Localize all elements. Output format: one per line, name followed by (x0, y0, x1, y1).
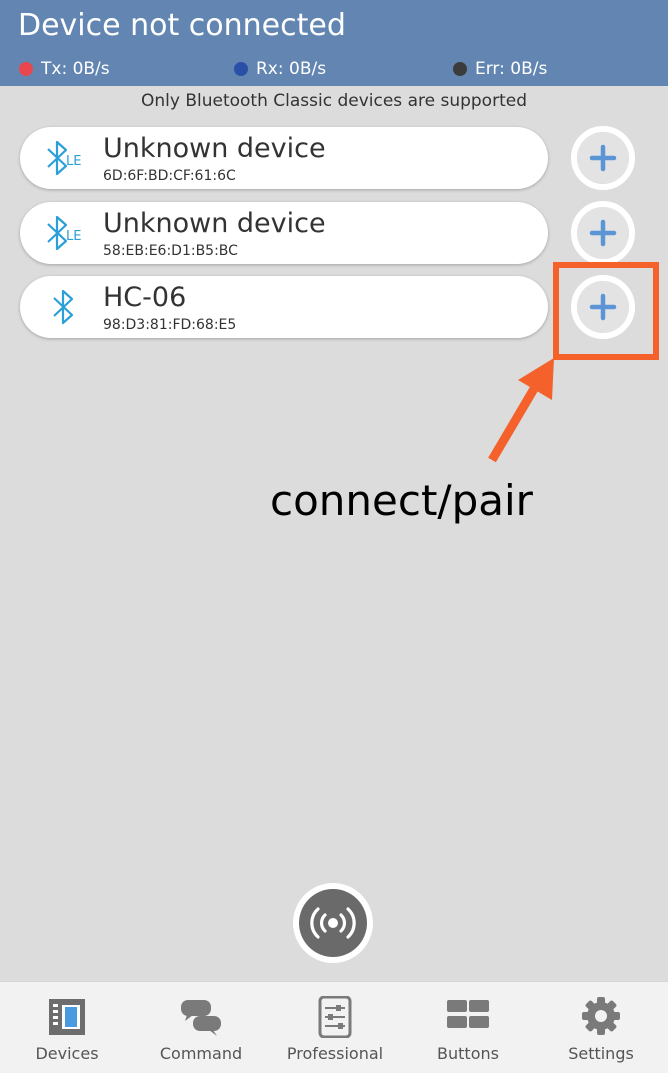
scan-button[interactable] (293, 883, 373, 963)
annotation-text: connect/pair (270, 476, 533, 525)
add-device-button[interactable] (571, 126, 635, 190)
svg-text:LE: LE (66, 154, 81, 169)
bottom-navigation: Devices Command Professional Buttons Set… (0, 981, 668, 1073)
svg-text:LE: LE (66, 229, 81, 244)
rx-rate: Rx: 0B/s (234, 58, 326, 80)
nav-settings[interactable]: Settings (534, 982, 668, 1073)
tx-rate: Tx: 0B/s (19, 58, 110, 80)
nav-devices[interactable]: Devices (0, 982, 134, 1073)
bluetooth-le-icon: LE (47, 215, 81, 251)
settings-icon (582, 997, 620, 1035)
err-rate: Err: 0B/s (453, 58, 547, 80)
highlight-box (553, 262, 659, 360)
rx-indicator-dot (234, 62, 248, 76)
tx-indicator-dot (19, 62, 33, 76)
app-header: Device not connected Tx: 0B/s Rx: 0B/s E… (0, 0, 668, 86)
rx-rate-label: Rx: 0B/s (256, 59, 327, 79)
command-icon (181, 1000, 221, 1036)
support-notice: Only Bluetooth Classic devices are suppo… (141, 91, 527, 111)
device-name: Unknown device (103, 133, 326, 164)
device-row[interactable]: LE Unknown device 58:EB:E6:D1:B5:BC (20, 202, 548, 264)
nav-buttons-label: Buttons (437, 1044, 499, 1063)
nav-command[interactable]: Command (134, 982, 268, 1073)
broadcast-icon (310, 907, 356, 939)
annotation-arrow (488, 358, 554, 463)
device-mac: 6D:6F:BD:CF:61:6C (103, 168, 236, 184)
bluetooth-icon (53, 289, 74, 325)
bluetooth-le-icon: LE (47, 140, 81, 176)
device-name: HC-06 (103, 282, 187, 313)
buttons-icon (447, 1000, 489, 1028)
plus-icon (589, 219, 617, 247)
nav-command-label: Command (159, 1044, 243, 1063)
nav-devices-label: Devices (35, 1044, 99, 1063)
tx-rate-label: Tx: 0B/s (41, 59, 110, 79)
add-device-button[interactable] (571, 201, 635, 265)
devices-icon (49, 999, 85, 1035)
device-name: Unknown device (103, 208, 326, 239)
err-indicator-dot (453, 62, 467, 76)
nav-professional[interactable]: Professional (268, 982, 402, 1073)
nav-settings-label: Settings (568, 1044, 634, 1063)
nav-professional-label: Professional (286, 1044, 384, 1063)
device-mac: 58:EB:E6:D1:B5:BC (103, 243, 238, 259)
professional-icon (318, 996, 352, 1038)
plus-icon (589, 144, 617, 172)
connection-status-title: Device not connected (18, 8, 346, 43)
nav-buttons[interactable]: Buttons (401, 982, 535, 1073)
device-mac: 98:D3:81:FD:68:E5 (103, 317, 237, 333)
err-rate-label: Err: 0B/s (475, 59, 548, 79)
device-row[interactable]: LE Unknown device 6D:6F:BD:CF:61:6C (20, 127, 548, 189)
device-row[interactable]: HC-06 98:D3:81:FD:68:E5 (20, 276, 548, 338)
